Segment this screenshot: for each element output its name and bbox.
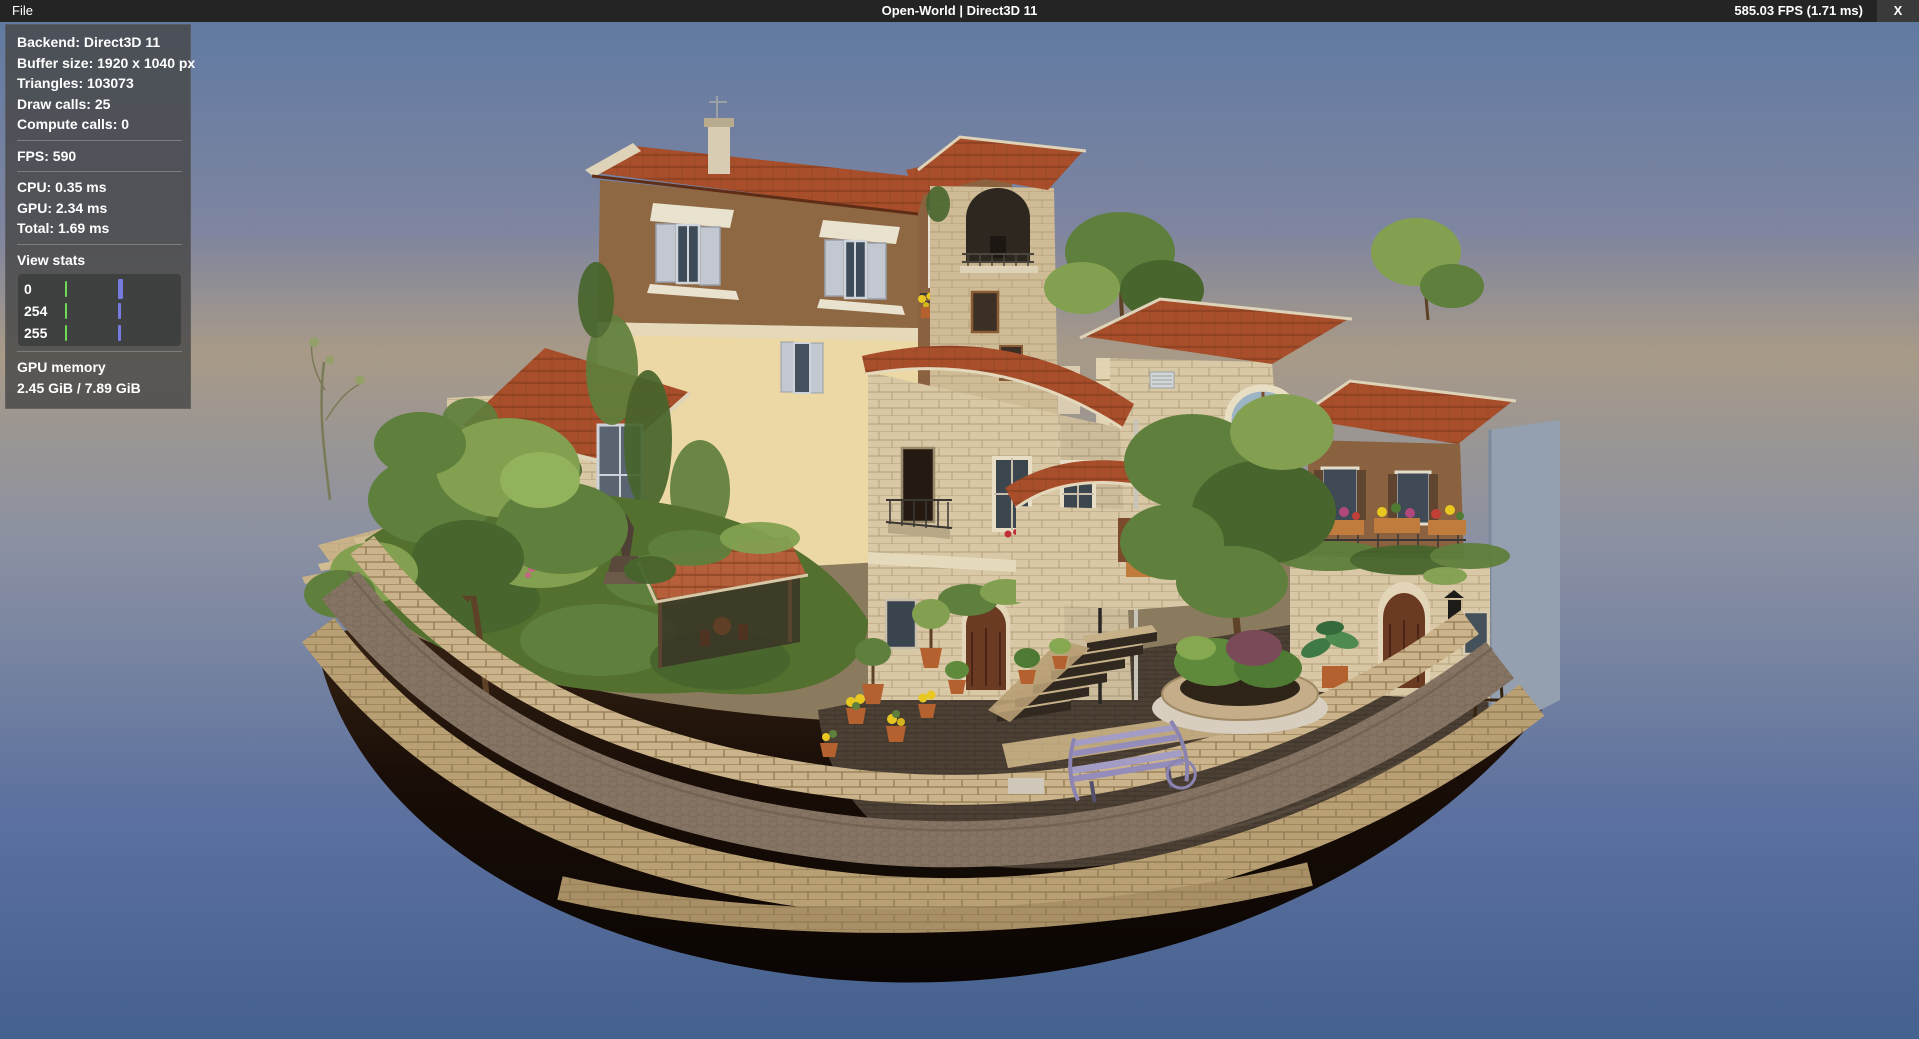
view-stats-row: 254 (24, 300, 181, 322)
view-stats-row: 255 (24, 322, 181, 344)
histogram-blue-tick (118, 325, 121, 341)
wispy-tree (309, 337, 365, 500)
separator (17, 351, 182, 352)
stat-triangles: Triangles: 103073 (17, 73, 182, 94)
stats-panel: Backend: Direct3D 11 Buffer size: 1920 x… (5, 24, 191, 409)
tree-top-right (1371, 218, 1484, 320)
view-stats-row-label: 0 (24, 281, 32, 297)
stat-buffer-size: Buffer size: 1920 x 1040 px (17, 53, 182, 74)
fps-readout: 585.03 FPS (1.71 ms) (1734, 0, 1877, 22)
view-stats-row-label: 254 (24, 303, 47, 319)
menu-file[interactable]: File (0, 0, 45, 22)
view-stats-histogram: 0 254 255 (18, 274, 181, 346)
view-stats-row: 0 (24, 278, 181, 300)
histogram-green-tick (65, 325, 67, 341)
scene-3d-viewport[interactable] (0, 0, 1919, 1039)
stat-cpu: CPU: 0.35 ms (17, 177, 182, 198)
histogram-green-tick (65, 281, 67, 297)
stat-fps: FPS: 590 (17, 146, 182, 167)
separator (17, 171, 182, 172)
stat-backend: Backend: Direct3D 11 (17, 32, 182, 53)
histogram-blue-tick (118, 303, 121, 319)
gpu-memory-value: 2.45 GiB / 7.89 GiB (17, 378, 182, 399)
gpu-memory-label: GPU memory (17, 357, 182, 378)
window-title: Open-World | Direct3D 11 (0, 0, 1919, 22)
stat-total: Total: 1.69 ms (17, 218, 182, 239)
view-stats-row-label: 255 (24, 325, 47, 341)
stat-gpu: GPU: 2.34 ms (17, 198, 182, 219)
stat-compute-calls: Compute calls: 0 (17, 114, 182, 135)
histogram-blue-tick (118, 279, 123, 299)
stat-draw-calls: Draw calls: 25 (17, 94, 182, 115)
title-bar: File Open-World | Direct3D 11 585.03 FPS… (0, 0, 1919, 22)
render-viewport[interactable] (0, 0, 1919, 1039)
separator (17, 140, 182, 141)
histogram-green-tick (65, 303, 67, 319)
view-stats-label: View stats (17, 250, 182, 271)
window-cream (781, 342, 823, 393)
close-button[interactable]: X (1877, 0, 1919, 22)
separator (17, 244, 182, 245)
